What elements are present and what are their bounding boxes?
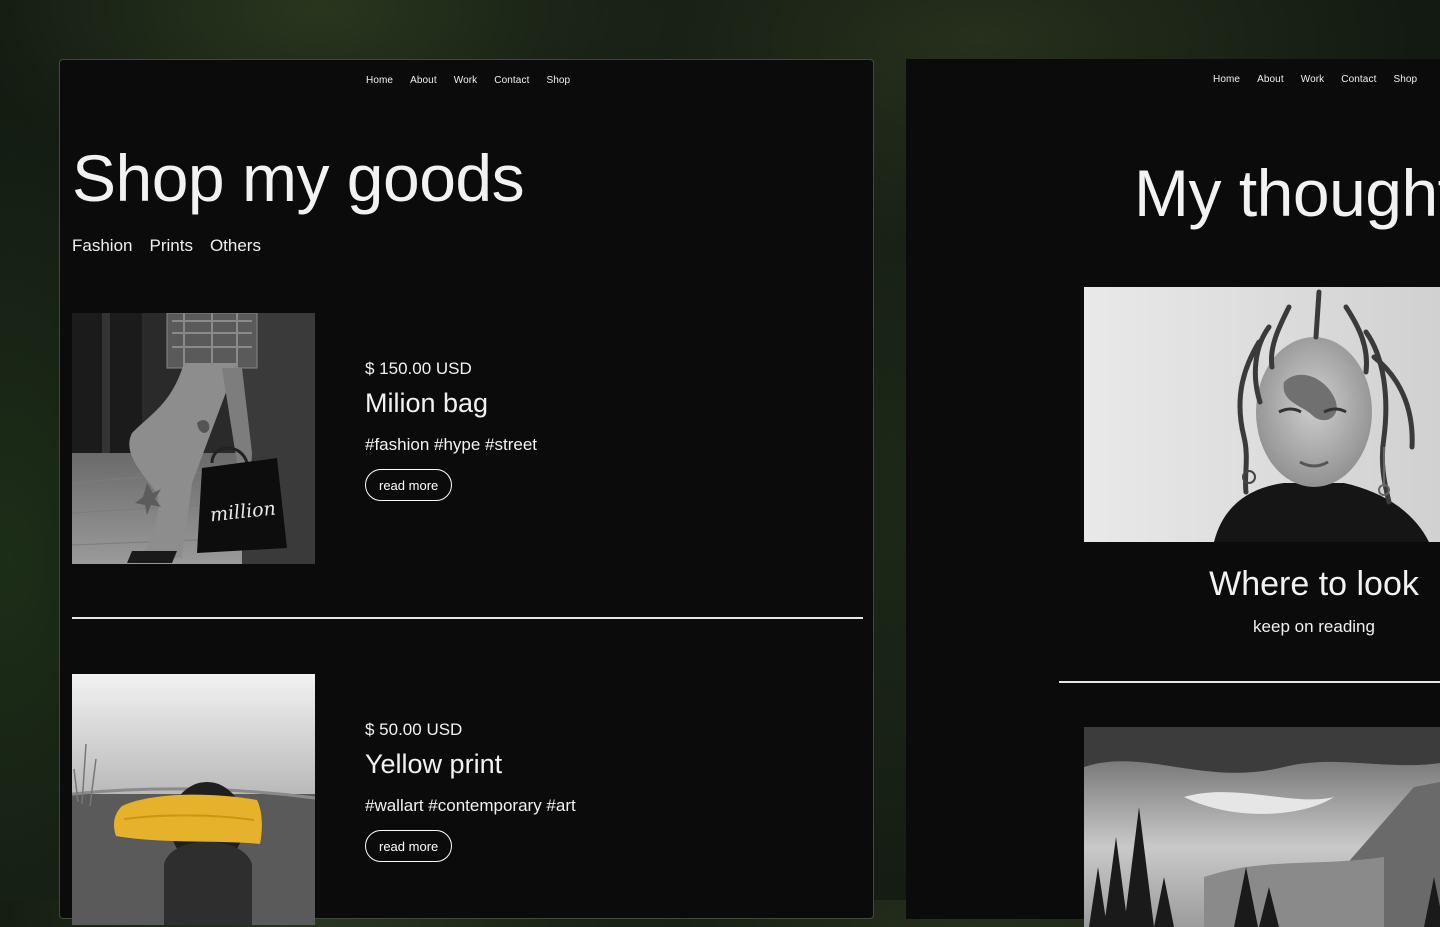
blog-top-nav: Home About Work Contact Shop [1213, 74, 1417, 85]
blog-post-image[interactable] [1084, 727, 1440, 927]
nav-home-link[interactable]: Home [366, 75, 393, 86]
nav-work-link[interactable]: Work [454, 75, 478, 86]
category-prints[interactable]: Prints [149, 236, 192, 256]
product-divider [72, 617, 863, 619]
read-more-button[interactable]: read more [365, 469, 453, 501]
product-card: $ 50.00 USD Yellow print #wallart #conte… [72, 674, 864, 925]
category-filter: Fashion Prints Others [72, 236, 278, 256]
product-name[interactable]: Milion bag [365, 387, 537, 419]
blog-window: Home About Work Contact Shop My thoughts [906, 59, 1440, 927]
keep-reading-link[interactable]: keep on reading [1084, 616, 1440, 638]
blog-post-image[interactable] [1084, 287, 1440, 542]
yellow-paint-stroke [114, 794, 262, 844]
category-others[interactable]: Others [210, 236, 261, 256]
product-tags: #wallart #contemporary #art [365, 796, 576, 815]
nav-shop-link[interactable]: Shop [1393, 74, 1417, 85]
shop-window: Home About Work Contact Shop Shop my goo… [59, 59, 874, 925]
portrait-photo-illustration [1084, 287, 1440, 542]
product-price: $ 150.00 USD [365, 359, 472, 378]
read-more-button[interactable]: read more [365, 830, 453, 862]
landscape-photo-illustration [1084, 727, 1440, 927]
product-info: $ 50.00 USD Yellow print #wallart #conte… [365, 719, 576, 862]
nav-shop-link[interactable]: Shop [546, 75, 570, 86]
bag-photo-illustration: million [72, 313, 315, 564]
shop-top-nav: Home About Work Contact Shop [366, 75, 570, 86]
product-image-milion-bag[interactable]: million [72, 313, 315, 564]
product-price: $ 50.00 USD [365, 720, 463, 739]
nav-about-link[interactable]: About [410, 75, 437, 86]
product-info: $ 150.00 USD Milion bag #fashion #hype #… [365, 358, 537, 501]
category-fashion[interactable]: Fashion [72, 236, 132, 256]
nav-contact-link[interactable]: Contact [1341, 74, 1376, 85]
product-name[interactable]: Yellow print [365, 748, 576, 780]
product-card: million $ 150.00 USD Milion bag #fashion… [72, 313, 864, 564]
page-title: Shop my goods [72, 141, 525, 215]
product-image-yellow-print[interactable] [72, 674, 315, 925]
nav-about-link[interactable]: About [1257, 74, 1284, 85]
blog-post-title[interactable]: Where to look [1084, 564, 1440, 604]
page-title: My thoughts [1134, 156, 1440, 230]
nav-home-link[interactable]: Home [1213, 74, 1240, 85]
print-photo-illustration [72, 674, 315, 925]
blog-divider [1059, 681, 1440, 683]
nav-work-link[interactable]: Work [1301, 74, 1325, 85]
product-tags: #fashion #hype #street [365, 435, 538, 454]
nav-contact-link[interactable]: Contact [494, 75, 529, 86]
